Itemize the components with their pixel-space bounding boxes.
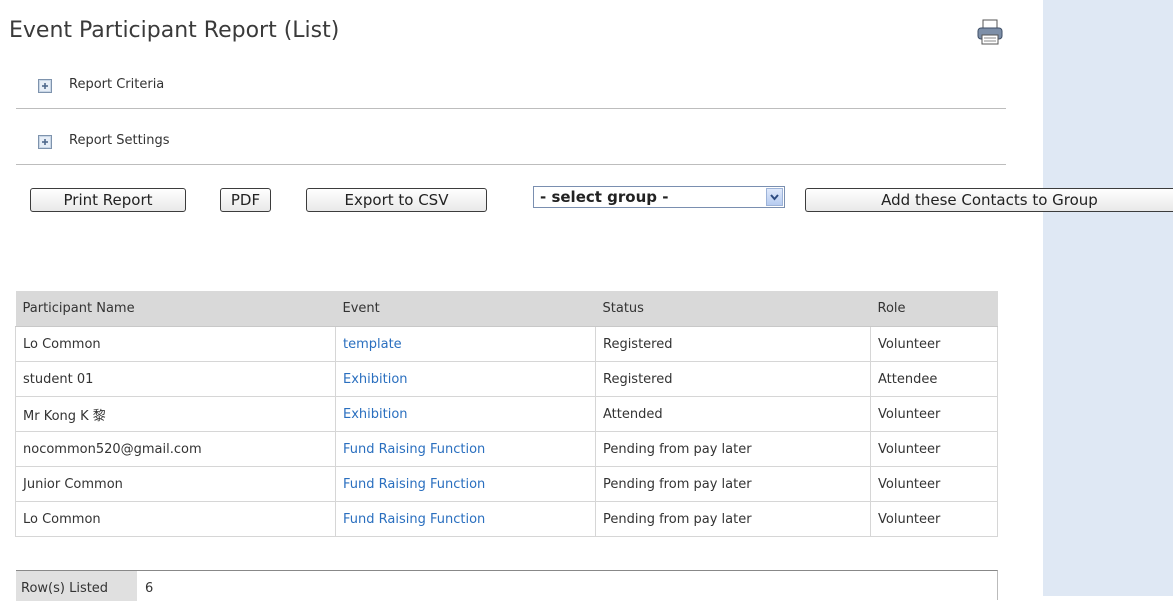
event-link[interactable]: template [343,337,402,352]
column-header: Event [335,291,596,327]
group-select[interactable]: - select group - [533,186,785,208]
participant-name: Lo Common [15,326,336,362]
status-cell: Pending from pay later [595,501,871,537]
column-header: Role [870,291,998,327]
event-link[interactable]: Fund Raising Function [343,512,485,527]
plus-box-icon[interactable] [38,134,52,149]
participant-name: nocommon520@gmail.com [15,431,336,467]
participant-table: Participant Name Event Status Role Lo Co… [15,291,998,537]
participant-name: student 01 [15,361,336,397]
status-cell: Pending from pay later [595,466,871,502]
event-link[interactable]: Exhibition [343,407,408,422]
printer-icon[interactable] [975,19,1005,45]
table-row: Lo Common Fund Raising Function Pending … [15,501,998,537]
column-header: Participant Name [15,291,336,327]
role-cell: Volunteer [870,396,998,432]
table-row: Lo Common template Registered Volunteer [15,326,998,362]
participant-name: Mr Kong K 黎 [15,396,336,432]
section-label[interactable]: Report Criteria [69,77,164,92]
rows-listed-label: Row(s) Listed [16,571,137,601]
side-panel [1043,0,1173,596]
rows-listed-count: 6 [145,581,154,596]
event-link[interactable]: Fund Raising Function [343,442,485,457]
table-row: Mr Kong K 黎 Exhibition Attended Voluntee… [15,396,998,432]
table-row: Junior Common Fund Raising Function Pend… [15,466,998,502]
pdf-button[interactable]: PDF [220,188,271,212]
plus-box-icon[interactable] [38,78,52,93]
table-row: student 01 Exhibition Registered Attende… [15,361,998,397]
table-row: nocommon520@gmail.com Fund Raising Funct… [15,431,998,467]
role-cell: Volunteer [870,501,998,537]
section-report-criteria[interactable]: Report Criteria [16,64,1006,109]
column-header: Status [595,291,871,327]
status-cell: Registered [595,326,871,362]
event-link[interactable]: Exhibition [343,372,408,387]
role-cell: Volunteer [870,431,998,467]
group-select-value: - select group - [540,188,669,206]
status-cell: Attended [595,396,871,432]
add-contacts-to-group-button[interactable]: Add these Contacts to Group [805,188,1173,212]
section-report-settings[interactable]: Report Settings [16,120,1006,165]
participant-name: Junior Common [15,466,336,502]
section-label[interactable]: Report Settings [69,133,170,148]
table-header-row: Participant Name Event Status Role [15,291,998,327]
export-csv-button[interactable]: Export to CSV [306,188,487,212]
page-title: Event Participant Report (List) [9,18,340,43]
event-link[interactable]: Fund Raising Function [343,477,485,492]
status-cell: Pending from pay later [595,431,871,467]
print-report-button[interactable]: Print Report [30,188,186,212]
role-cell: Volunteer [870,326,998,362]
participant-name: Lo Common [15,501,336,537]
status-cell: Registered [595,361,871,397]
role-cell: Volunteer [870,466,998,502]
chevron-down-icon[interactable] [766,188,783,206]
role-cell: Attendee [870,361,998,397]
